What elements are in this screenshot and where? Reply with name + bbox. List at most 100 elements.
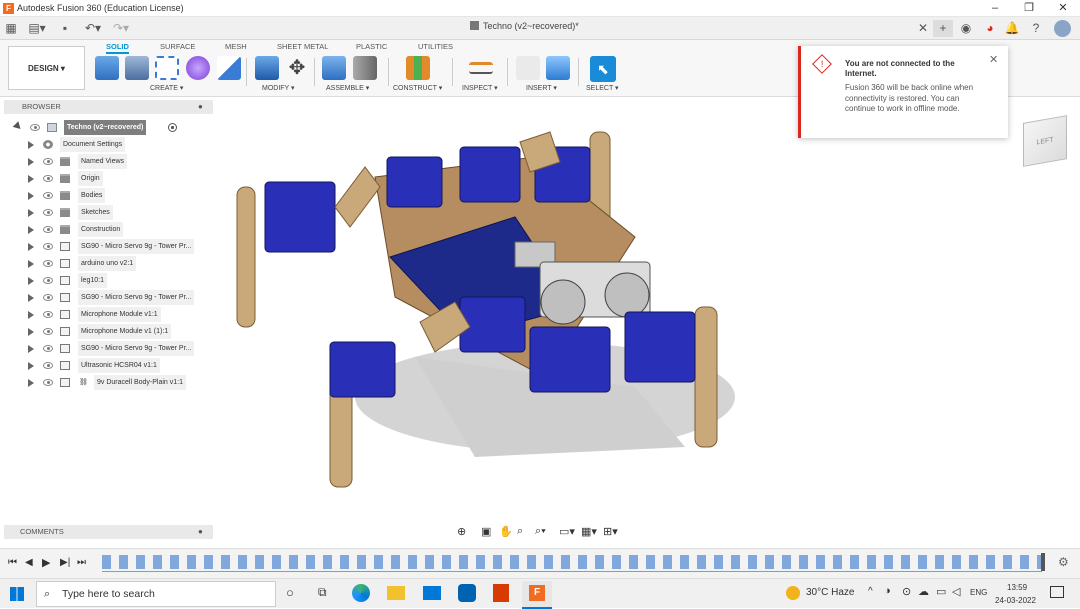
visibility-icon[interactable] <box>43 277 53 284</box>
expand-arrow-icon[interactable] <box>28 362 34 370</box>
visibility-icon[interactable] <box>43 345 53 352</box>
maximize-button[interactable]: ❐ <box>1012 0 1046 17</box>
measure-icon[interactable] <box>469 62 493 74</box>
app-icon[interactable] <box>458 584 476 602</box>
insert-canvas-icon[interactable] <box>546 56 570 80</box>
pan-icon[interactable]: ✋ <box>499 525 513 538</box>
go-to-start-icon[interactable]: ⏮ <box>8 557 17 568</box>
new-sketch-icon[interactable] <box>95 56 119 80</box>
visibility-icon[interactable] <box>43 294 53 301</box>
create-form-icon[interactable] <box>186 56 210 80</box>
viewports-icon[interactable]: ⊞▾ <box>603 525 618 538</box>
look-at-icon[interactable]: ▣ <box>481 525 491 538</box>
select-icon[interactable]: ⬉ <box>590 56 616 82</box>
visibility-icon[interactable] <box>43 158 53 165</box>
new-tab-icon[interactable]: + <box>933 20 953 37</box>
visibility-icon[interactable] <box>43 175 53 182</box>
canvas-viewport[interactable]: LEFT <box>215 97 1080 547</box>
step-forward-icon[interactable]: ▶| <box>60 557 70 568</box>
task-view-icon[interactable]: ⧉ <box>318 585 327 600</box>
visibility-icon[interactable] <box>43 260 53 267</box>
browser-item[interactable]: Microphone Module v1:1 <box>0 307 210 322</box>
expand-arrow-icon[interactable] <box>28 379 34 387</box>
play-icon[interactable]: ▶ <box>42 556 50 569</box>
close-window-button[interactable]: ✕ <box>1046 0 1080 17</box>
visibility-icon[interactable] <box>43 243 53 250</box>
help-icon[interactable]: ? <box>1028 20 1044 37</box>
browser-header[interactable]: ◂◂ BROWSER ● <box>4 100 213 114</box>
minimize-button[interactable]: – <box>978 0 1012 17</box>
move-icon[interactable]: ✥ <box>285 56 309 80</box>
step-back-icon[interactable]: ◀ <box>25 557 33 568</box>
group-create[interactable]: CREATE ▾ <box>150 84 183 92</box>
job-status-icon[interactable]: ◕ <box>982 20 998 37</box>
visibility-icon[interactable] <box>43 311 53 318</box>
tab-utilities[interactable]: UTILITIES <box>418 42 453 51</box>
browser-item[interactable]: Microphone Module v1 (1):1 <box>0 324 210 339</box>
expand-arrow-icon[interactable] <box>28 192 34 200</box>
zoom-icon[interactable]: ⌕ <box>517 525 523 538</box>
expand-arrow-icon[interactable] <box>28 243 34 251</box>
browser-item[interactable]: SG90 - Micro Servo 9g - Tower Pr... <box>0 290 210 305</box>
add-comment-icon[interactable]: ● <box>198 525 203 539</box>
weather-text[interactable]: 30°C Haze <box>806 587 854 598</box>
visibility-icon[interactable] <box>30 124 40 131</box>
office-icon[interactable] <box>493 584 509 602</box>
avatar[interactable] <box>1054 20 1071 37</box>
expand-arrow-icon[interactable] <box>28 226 34 234</box>
extrude-icon[interactable] <box>125 56 149 80</box>
tab-solid[interactable]: SOLID <box>106 42 129 54</box>
expand-arrow-icon[interactable] <box>28 294 34 302</box>
tab-surface[interactable]: SURFACE <box>160 42 195 51</box>
visibility-icon[interactable] <box>43 209 53 216</box>
visibility-icon[interactable] <box>43 226 53 233</box>
expand-arrow-icon[interactable] <box>28 311 34 319</box>
expand-arrow-icon[interactable] <box>28 175 34 183</box>
expand-arrow-icon[interactable] <box>28 141 34 149</box>
tab-mesh[interactable]: MESH <box>225 42 247 51</box>
notification-center-icon[interactable] <box>1050 586 1064 598</box>
browser-item[interactable]: Sketches <box>0 205 210 220</box>
comments-panel[interactable]: COMMENTS ● <box>4 525 213 539</box>
redo-icon[interactable]: ↷▾ <box>110 20 132 37</box>
undo-icon[interactable]: ↶▾ <box>82 20 104 37</box>
browser-item[interactable]: Named Views <box>0 154 210 169</box>
group-construct[interactable]: CONSTRUCT ▾ <box>393 84 442 92</box>
expand-arrow-icon[interactable] <box>28 209 34 217</box>
browser-item[interactable]: arduino uno v2:1 <box>0 256 210 271</box>
browser-item[interactable]: Origin <box>0 171 210 186</box>
activate-radio-icon[interactable] <box>168 123 177 132</box>
workspace-switcher[interactable]: DESIGN ▾ <box>8 46 85 90</box>
tab-sheet-metal[interactable]: SHEET METAL <box>277 42 328 51</box>
notifications-icon[interactable]: 🔔 <box>1004 20 1020 37</box>
timeline-features[interactable] <box>102 555 1042 569</box>
volume-icon[interactable]: ◁ <box>952 585 960 598</box>
browser-item[interactable]: 9v Duracell Body-Plain v1:1 ⛓ <box>0 375 210 390</box>
view-cube[interactable]: LEFT <box>1023 115 1067 167</box>
extensions-icon[interactable]: ◉ <box>958 20 974 37</box>
browser-root-item[interactable]: Techno (v2~recovered) <box>0 120 200 135</box>
tab-plastic[interactable]: PLASTIC <box>356 42 387 51</box>
group-select[interactable]: SELECT ▾ <box>586 84 619 92</box>
offset-plane-icon[interactable] <box>406 56 430 80</box>
new-component-icon[interactable] <box>322 56 346 80</box>
robot-model[interactable] <box>215 97 1080 547</box>
tray-app-icon[interactable]: ◑ <box>884 585 891 597</box>
expanded-arrow-icon[interactable] <box>12 121 24 132</box>
browser-item[interactable]: SG90 - Micro Servo 9g - Tower Pr... <box>0 239 210 254</box>
sketch-rectangle-icon[interactable] <box>155 56 179 80</box>
browser-item[interactable]: Construction <box>0 222 210 237</box>
group-inspect[interactable]: INSPECT ▾ <box>462 84 498 92</box>
orbit-icon[interactable]: ⊕ <box>457 525 466 538</box>
tray-app-icon[interactable]: ⊙ <box>902 585 911 598</box>
browser-item[interactable]: leg10:1 <box>0 273 210 288</box>
language-indicator[interactable]: ENG <box>970 588 987 597</box>
visibility-icon[interactable] <box>43 328 53 335</box>
windows-start-icon[interactable] <box>10 587 24 601</box>
close-tab-icon[interactable]: ✕ <box>916 20 930 37</box>
timeline-marker[interactable] <box>1041 553 1045 571</box>
cortana-icon[interactable]: ○ <box>286 585 294 600</box>
mail-icon[interactable] <box>423 586 441 600</box>
grid-settings-icon[interactable]: ▦▾ <box>581 525 597 538</box>
file-menu-icon[interactable]: ▤▾ <box>26 20 48 37</box>
